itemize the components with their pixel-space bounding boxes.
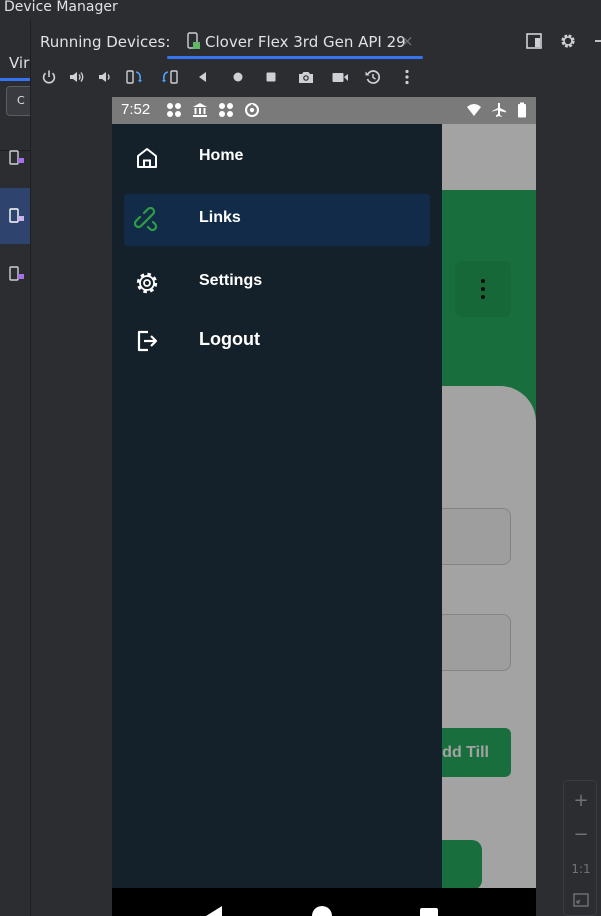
phone-icon [187, 32, 200, 49]
camera-icon[interactable] [297, 68, 315, 86]
status-time: 7:52 [121, 101, 151, 118]
overview-icon[interactable] [262, 68, 280, 86]
home-icon [137, 148, 157, 168]
drawer-item-label: Logout [199, 329, 260, 349]
navigation-drawer: Home Links Settings Logout [112, 124, 442, 916]
power-icon[interactable] [40, 68, 58, 86]
window-title: Device Manager [0, 0, 601, 20]
device-manager-panel: Vir C Ap [0, 20, 36, 916]
bank-icon [193, 103, 207, 117]
zoom-out-button[interactable]: − [564, 819, 598, 851]
drawer-item-label: Home [199, 147, 244, 164]
gear-icon[interactable] [559, 32, 577, 50]
airplane-icon [492, 103, 506, 117]
sync-icon [245, 103, 259, 117]
rotate-left-icon[interactable] [125, 68, 143, 86]
running-devices-label: Running Devices: [40, 33, 171, 51]
nav-home-icon[interactable] [312, 906, 332, 916]
clover-logo-icon [219, 103, 233, 117]
device-icon [9, 208, 24, 223]
home-button-icon[interactable] [229, 68, 247, 86]
clover-logo-icon [167, 103, 181, 117]
drawer-item-logout[interactable]: Logout [124, 315, 430, 367]
volume-up-icon[interactable] [68, 68, 86, 86]
device-list-item[interactable] [0, 130, 30, 186]
gear-icon [136, 272, 158, 294]
nav-recents-icon[interactable] [420, 908, 438, 916]
volume-down-icon[interactable] [96, 68, 114, 86]
battery-icon [518, 102, 526, 118]
drawer-item-links[interactable]: Links [124, 194, 430, 246]
drawer-item-label: Links [199, 209, 241, 226]
logout-icon [137, 330, 158, 352]
snapshot-restore-icon[interactable] [364, 68, 382, 86]
running-devices-header: Running Devices: Clover Flex 3rd Gen API… [31, 20, 601, 62]
device-list-item-selected[interactable] [0, 188, 30, 244]
device-list-item[interactable] [0, 246, 30, 302]
zoom-controls: + − 1:1 [563, 780, 597, 916]
video-camera-icon[interactable] [331, 68, 349, 86]
zoom-actual-size-button[interactable]: 1:1 [564, 853, 598, 885]
drawer-item-home[interactable]: Home [124, 132, 430, 184]
fit-screen-icon[interactable] [572, 891, 590, 909]
android-nav-bar [112, 888, 536, 916]
wifi-icon [467, 104, 481, 116]
device-tab-label: Clover Flex 3rd Gen API 29 [205, 33, 406, 51]
device-tab-underline [167, 56, 423, 59]
link-icon [134, 207, 158, 232]
more-vertical-icon[interactable] [398, 68, 416, 86]
layout-icon[interactable] [525, 32, 543, 50]
tab-virtual[interactable]: Vir [0, 44, 30, 82]
drawer-item-settings[interactable]: Settings [124, 257, 430, 309]
nav-back-icon[interactable] [206, 906, 222, 916]
status-bar: 7:52 [112, 97, 536, 124]
rotate-right-icon[interactable] [161, 68, 179, 86]
zoom-in-button[interactable]: + [564, 785, 598, 817]
drawer-item-label: Settings [199, 272, 263, 289]
close-icon[interactable]: × [401, 32, 414, 50]
device-toolbar [31, 62, 601, 92]
device-icon [9, 266, 24, 281]
minimize-icon[interactable] [593, 32, 601, 50]
device-screen[interactable]: 7:52 Add Till Home Links Settings Logout [112, 97, 536, 916]
back-icon[interactable] [194, 68, 212, 86]
device-icon [9, 150, 24, 165]
tab-virtual-underline [0, 78, 30, 81]
